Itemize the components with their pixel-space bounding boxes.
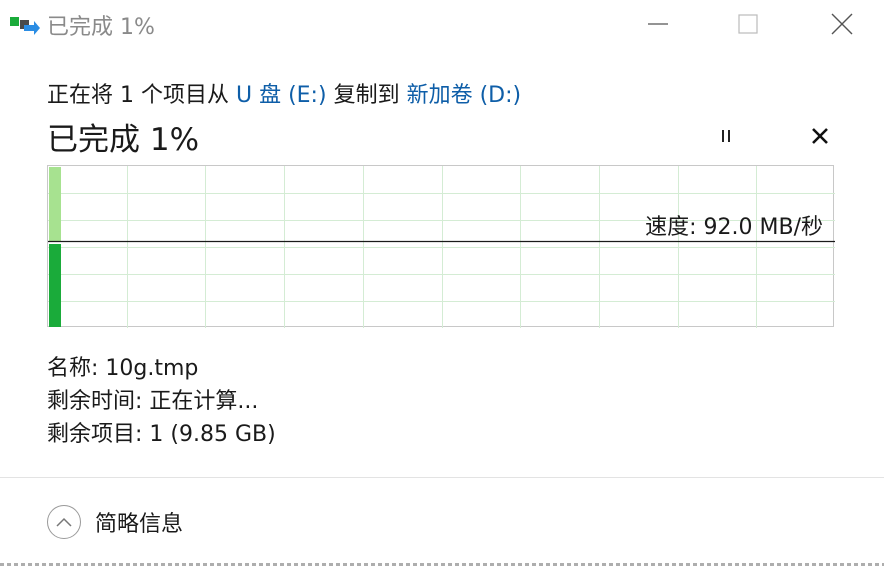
- maximize-button[interactable]: [718, 0, 778, 48]
- minimize-button[interactable]: [628, 0, 688, 48]
- progress-status: 已完成 1%: [47, 122, 200, 158]
- copy-middle: 复制到: [333, 83, 400, 108]
- fewer-details-label: 简略信息: [95, 512, 184, 537]
- items-remaining: 剩余项目: 1 (9.85 GB): [47, 422, 276, 447]
- speed-graph: 速度: 92.0 MB/秒: [47, 165, 835, 328]
- file-name: 名称: 10g.tmp: [47, 356, 199, 381]
- pause-icon: [722, 130, 730, 142]
- close-icon: [831, 13, 853, 35]
- fewer-details-toggle[interactable]: 简略信息: [47, 504, 183, 540]
- window-close-button[interactable]: [812, 0, 872, 48]
- destination-link[interactable]: 新加卷 (D:): [407, 83, 522, 108]
- pause-button[interactable]: [709, 119, 743, 153]
- cancel-icon: [812, 128, 828, 144]
- file-copy-icon: [10, 17, 40, 35]
- speed-graph-canvas: [48, 166, 835, 328]
- cancel-button[interactable]: [803, 119, 837, 153]
- progress-fill-dark: [49, 244, 61, 327]
- copy-prefix: 正在将 1 个项目从: [47, 83, 229, 108]
- window-title: 已完成 1%: [47, 15, 155, 40]
- details-panel: 名称: 10g.tmp 剩余时间: 正在计算... 剩余项目: 1 (9.85 …: [47, 352, 276, 451]
- copy-description: 正在将 1 个项目从 U 盘 (E:) 复制到 新加卷 (D:): [47, 77, 521, 109]
- collapse-button[interactable]: [47, 505, 81, 539]
- minimize-icon: [648, 23, 668, 25]
- time-remaining: 剩余时间: 正在计算...: [47, 389, 259, 414]
- title-bar: 已完成 1%: [0, 0, 884, 48]
- speed-label: 速度: 92.0 MB/秒: [645, 215, 823, 240]
- maximize-icon: [738, 14, 758, 34]
- progress-fill-light: [49, 167, 61, 241]
- source-link[interactable]: U 盘 (E:): [236, 83, 327, 108]
- chevron-up-icon: [56, 517, 72, 527]
- divider: [0, 477, 884, 478]
